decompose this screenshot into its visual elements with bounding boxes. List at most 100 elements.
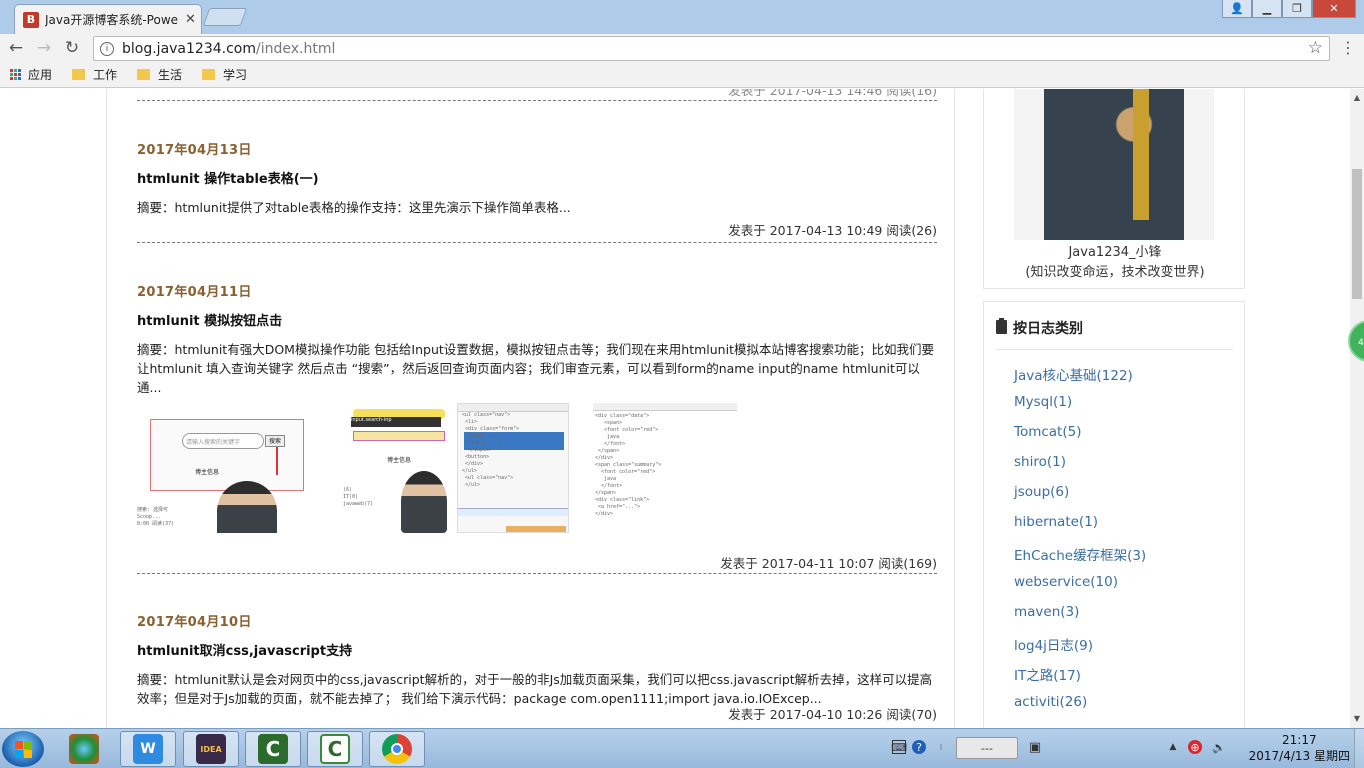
- category-link[interactable]: Mysql(1): [1014, 394, 1146, 424]
- show-desktop-button[interactable]: [1354, 729, 1364, 768]
- scroll-up-arrow-icon[interactable]: ▲: [1350, 91, 1364, 105]
- system-clock[interactable]: 21:17 2017/4/13 星期四: [1249, 732, 1350, 764]
- ime-options-icon[interactable]: ⁝: [934, 740, 948, 754]
- bookmarks-bar: 应用 工作 生活 学习: [0, 62, 1364, 88]
- post-abstract: 摘要：htmlunit有强大DOM模拟操作功能 包括给Input设置数据，模拟按…: [137, 342, 934, 395]
- category-link[interactable]: log4j日志(9): [1014, 634, 1146, 664]
- close-window-button[interactable]: ✕: [1312, 0, 1356, 18]
- post-screenshot-thumbnails[interactable]: 请输入搜索的关键字 搜索 博主信息 搜索: 选择可 Scoop... 0:00 …: [137, 403, 737, 533]
- windows-taskbar: W IDEA C C ⌨ ? ⁝ --- ▣ ▲ ⊕ 🔈 21:17 2017/…: [0, 728, 1364, 768]
- thumb-search-button: 搜索: [265, 435, 285, 447]
- category-link[interactable]: IT之路(17): [1014, 664, 1146, 694]
- thumb-html-source: <div class="data"> <span> <font color="r…: [593, 403, 737, 533]
- user-profile-icon[interactable]: 👤: [1222, 0, 1252, 18]
- clock-date: 2017/4/13 星期四: [1248, 749, 1350, 763]
- thumb-user-label: 博主信息: [195, 469, 220, 476]
- browser-menu-icon[interactable]: ⋮: [1340, 38, 1356, 57]
- folder-icon: [137, 69, 151, 80]
- camtasia-recorder-icon: C: [258, 734, 288, 764]
- category-link[interactable]: Tomcat(5): [1014, 424, 1146, 454]
- category-link[interactable]: activiti(26): [1014, 694, 1146, 724]
- category-header: 按日志类别: [996, 318, 1233, 350]
- input-method-box[interactable]: ---: [956, 737, 1018, 759]
- browser-tab[interactable]: B Java开源博客系统-Powe ✕: [14, 4, 202, 34]
- bookmark-label: 应用: [28, 68, 53, 82]
- category-list: Java核心基础(122) Mysql(1) Tomcat(5) shiro(1…: [1014, 364, 1146, 724]
- post-abstract: 摘要：htmlunit默认是会对网页中的css,javascript解析的，对于…: [137, 672, 933, 706]
- clipboard-icon: [996, 318, 1007, 334]
- category-link[interactable]: jsoup(6): [1014, 484, 1146, 514]
- page-viewport: 发表于 2017-04-13 14:46 阅读(16) 2017年04月13日 …: [0, 89, 1350, 728]
- apps-grid-icon: [10, 68, 22, 81]
- category-link[interactable]: EhCache缓存框架(3): [1014, 544, 1146, 574]
- taskbar-camtasia-studio[interactable]: C: [307, 731, 363, 767]
- bookmark-apps[interactable]: 应用: [10, 66, 52, 83]
- post-title-link[interactable]: htmlunit取消css,javascript支持: [137, 640, 937, 659]
- thumb-portrait: [217, 481, 277, 533]
- intellij-idea-icon: IDEA: [196, 734, 226, 764]
- volume-icon[interactable]: 🔈: [1212, 740, 1226, 754]
- url-host: blog.java1234.com: [122, 40, 256, 57]
- new-tab-button[interactable]: [202, 8, 248, 26]
- minimize-button[interactable]: ▁: [1252, 0, 1282, 18]
- bookmark-folder-study[interactable]: 学习: [202, 66, 247, 83]
- taskbar-idea[interactable]: IDEA: [183, 731, 239, 767]
- ime-label: ---: [981, 741, 993, 755]
- site-favicon-icon: B: [23, 11, 39, 28]
- clock-time: 21:17: [1282, 733, 1317, 747]
- post-meta: 发表于 2017-04-13 10:49 阅读(26): [728, 223, 937, 238]
- post-item: 2017年04月10日 htmlunit取消css,javascript支持 摘…: [137, 611, 937, 723]
- thumb-portrait: [401, 471, 447, 533]
- bookmark-label: 工作: [93, 68, 118, 82]
- back-arrow-icon[interactable]: ←: [4, 36, 28, 60]
- category-link[interactable]: maven(3): [1014, 604, 1146, 634]
- help-icon[interactable]: ?: [912, 740, 926, 754]
- antivirus-icon[interactable]: ⊕: [1188, 740, 1202, 754]
- folder-icon: [72, 69, 86, 80]
- start-button[interactable]: [2, 731, 44, 767]
- post-divider: [137, 573, 937, 574]
- category-link[interactable]: shiro(1): [1014, 454, 1146, 484]
- show-hidden-icons-icon[interactable]: ▲: [1166, 740, 1180, 754]
- taskbar-media-center[interactable]: [56, 731, 112, 767]
- post-divider: [137, 100, 937, 101]
- scroll-down-arrow-icon[interactable]: ▼: [1350, 712, 1364, 726]
- bookmark-folder-work[interactable]: 工作: [72, 66, 117, 83]
- post-divider: [137, 242, 937, 243]
- post-date: 2017年04月13日: [137, 143, 252, 158]
- thumb-search-page: 请输入搜索的关键字 搜索 博主信息 搜索: 选择可 Scoop... 0:00 …: [137, 403, 307, 533]
- reload-icon[interactable]: ↻: [60, 36, 84, 60]
- tab-title: Java开源博客系统-Powe: [45, 13, 179, 27]
- tab-close-icon[interactable]: ✕: [185, 12, 196, 27]
- vertical-scrollbar[interactable]: ▲ ▼: [1350, 89, 1364, 728]
- post-item: 2017年04月13日 htmlunit 操作table表格(一) 摘要：htm…: [137, 139, 937, 239]
- category-panel: 按日志类别 Java核心基础(122) Mysql(1) Tomcat(5) s…: [983, 301, 1245, 728]
- taskbar-wps[interactable]: W: [120, 731, 176, 767]
- chrome-icon: [382, 734, 412, 764]
- device-icon[interactable]: ▣: [1028, 740, 1042, 755]
- post-meta-partial: 发表于 2017-04-13 14:46 阅读(16): [728, 89, 937, 98]
- post-item: 2017年04月11日 htmlunit 模拟按钮点击 摘要：htmlunit有…: [137, 281, 937, 397]
- category-title: 按日志类别: [1013, 321, 1083, 337]
- scrollbar-thumb[interactable]: [1352, 169, 1362, 299]
- category-link[interactable]: Java核心基础(122): [1014, 364, 1146, 394]
- category-link[interactable]: webservice(10): [1014, 574, 1146, 604]
- taskbar-camtasia-recorder[interactable]: C: [245, 731, 301, 767]
- restore-button[interactable]: ❐: [1282, 0, 1312, 18]
- post-title-link[interactable]: htmlunit 操作table表格(一): [137, 168, 937, 187]
- category-link[interactable]: hibernate(1): [1014, 514, 1146, 544]
- post-date: 2017年04月11日: [137, 285, 252, 300]
- bookmark-folder-life[interactable]: 生活: [137, 66, 182, 83]
- camtasia-studio-icon: C: [320, 734, 350, 764]
- bookmark-star-icon[interactable]: ☆: [1308, 38, 1323, 58]
- profile-card: Java1234_小锋 (知识改变命运，技术改变世界): [983, 89, 1245, 289]
- post-list: 发表于 2017-04-13 14:46 阅读(16) 2017年04月13日 …: [106, 89, 955, 728]
- address-bar[interactable]: i blog.java1234.com/index.html ☆: [93, 36, 1330, 61]
- wps-writer-icon: W: [133, 734, 163, 764]
- keyboard-icon[interactable]: ⌨: [891, 740, 907, 754]
- site-info-icon[interactable]: i: [100, 41, 114, 56]
- thumb-search-placeholder: 请输入搜索的关键字: [182, 433, 264, 449]
- taskbar-chrome[interactable]: [369, 731, 425, 767]
- forward-arrow-icon[interactable]: →: [32, 36, 56, 60]
- post-title-link[interactable]: htmlunit 模拟按钮点击: [137, 310, 937, 329]
